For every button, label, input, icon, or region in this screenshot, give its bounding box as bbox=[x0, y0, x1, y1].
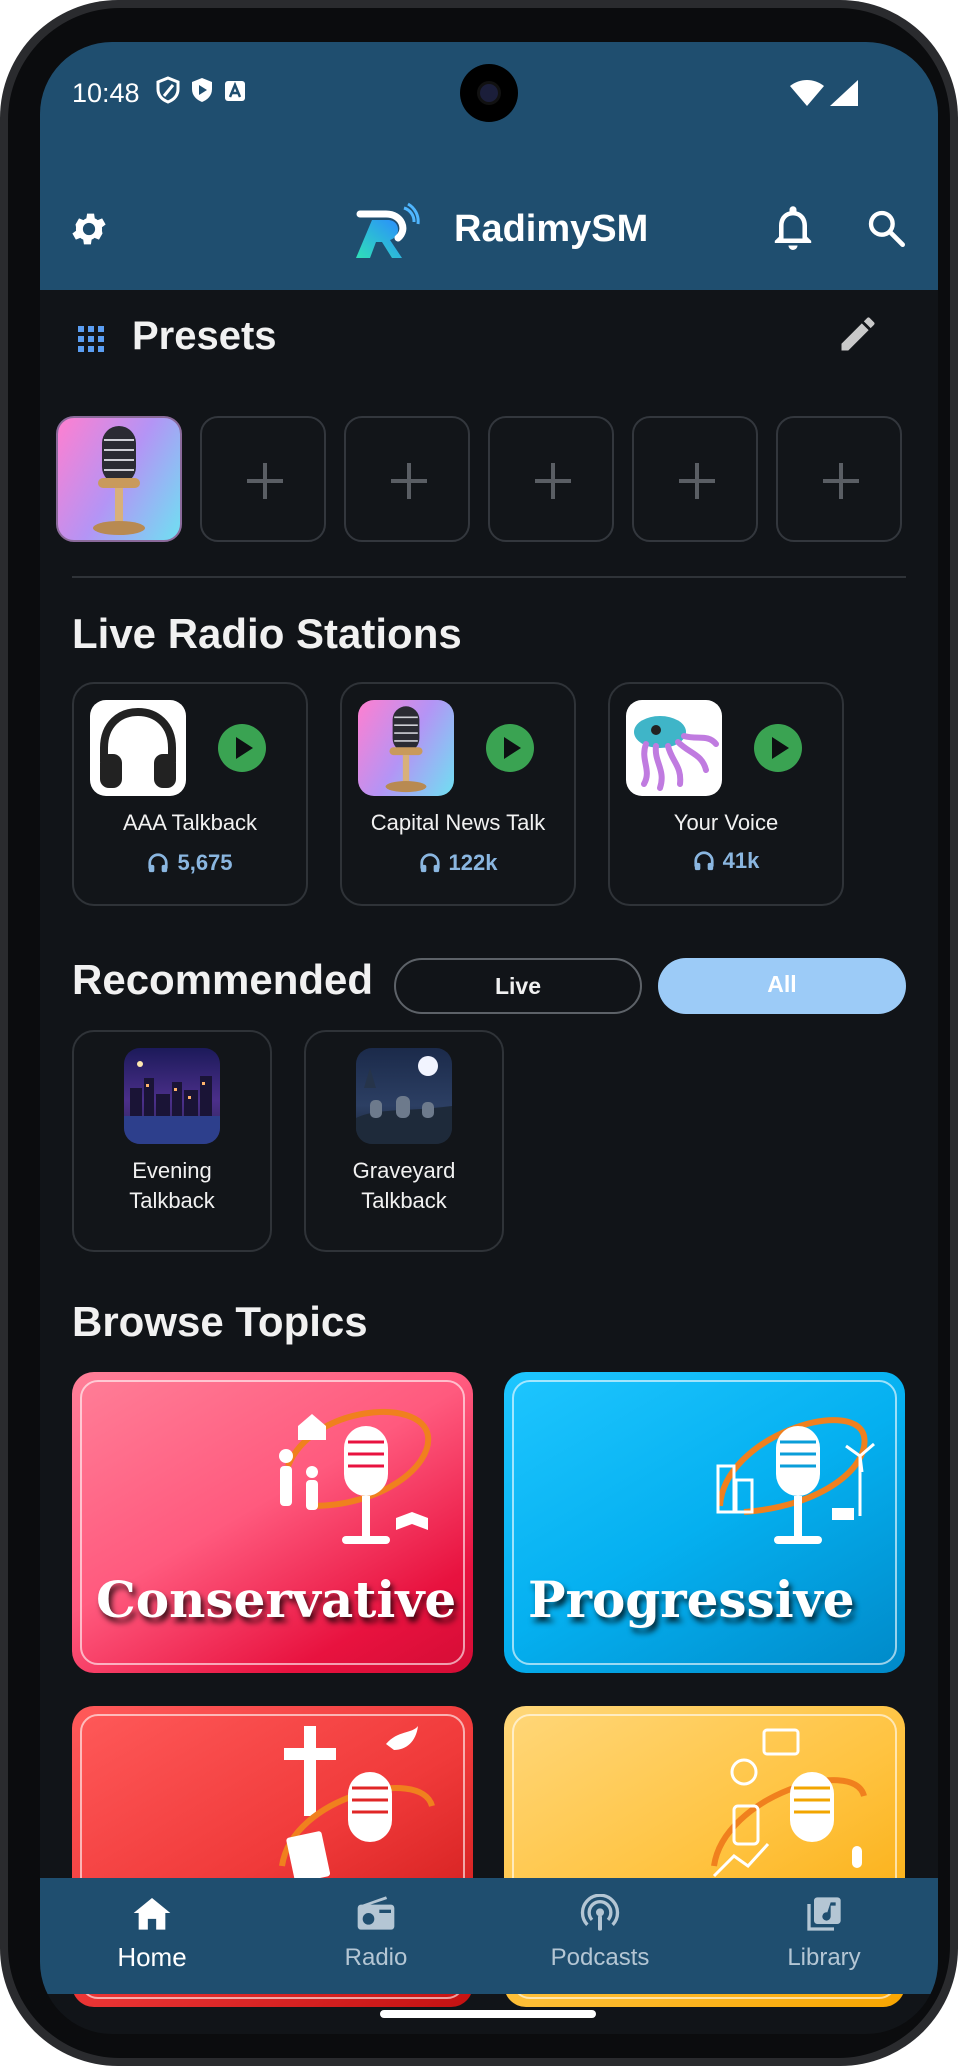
topic-label: Conservative bbox=[96, 1570, 457, 1629]
recommended-name-line2: Talkback bbox=[129, 1188, 215, 1213]
front-camera bbox=[460, 64, 518, 122]
filter-all-chip[interactable]: All bbox=[658, 958, 906, 1014]
listener-count: 122k bbox=[342, 850, 574, 876]
preset-slot-empty[interactable] bbox=[200, 416, 326, 542]
headphones-icon bbox=[100, 707, 176, 788]
signal-icon bbox=[830, 80, 858, 106]
screen: 10:48 RadimySM Presets Live Radio Statio… bbox=[40, 42, 938, 2034]
app-title: RadimySM bbox=[454, 208, 649, 250]
recommended-name-line2: Talkback bbox=[361, 1188, 447, 1213]
bible-microphone-icon bbox=[279, 1726, 435, 1883]
squid-icon bbox=[634, 716, 719, 791]
home-indicator[interactable] bbox=[380, 2010, 596, 2018]
wifi-icon bbox=[790, 80, 824, 106]
listener-count-value: 122k bbox=[448, 850, 498, 875]
city-microphone-icon bbox=[716, 1417, 875, 1544]
a-icon bbox=[225, 81, 245, 101]
grid-apps-icon bbox=[78, 326, 104, 352]
radimysm-logo-icon bbox=[356, 202, 420, 258]
phone-frame: 10:48 RadimySM Presets Live Radio Statio… bbox=[0, 0, 958, 2066]
family-microphone-icon bbox=[279, 1409, 432, 1544]
station-card[interactable]: Your Voice 41k bbox=[608, 682, 844, 906]
listener-count: 41k bbox=[610, 848, 842, 874]
topic-card-progressive[interactable]: Progressive bbox=[504, 1372, 905, 1673]
nav-podcasts-label: Podcasts bbox=[550, 1944, 650, 1971]
edit-pencil-icon[interactable] bbox=[836, 312, 880, 356]
nav-home[interactable]: Home bbox=[40, 1878, 264, 1994]
station-logo bbox=[356, 1048, 452, 1144]
topic-card-conservative[interactable]: Conservative bbox=[72, 1372, 473, 1673]
play-protect-icon bbox=[192, 78, 212, 102]
preset-slot-empty[interactable] bbox=[488, 416, 614, 542]
recommended-name-line1: Graveyard bbox=[352, 1158, 456, 1183]
station-name: Capital News Talk bbox=[370, 810, 546, 835]
news-microphone-icon bbox=[711, 1728, 867, 1878]
podcast-icon bbox=[580, 1894, 620, 1931]
preset-slot-empty[interactable] bbox=[632, 416, 758, 542]
recommended-title: Recommended bbox=[72, 956, 374, 1003]
graveyard-icon bbox=[356, 1056, 452, 1144]
station-name: AAA Talkback bbox=[122, 810, 258, 835]
headphones-icon bbox=[419, 853, 440, 873]
notification-bell-icon[interactable] bbox=[772, 206, 814, 252]
play-button[interactable] bbox=[218, 724, 266, 772]
home-icon bbox=[133, 1898, 171, 1930]
status-time: 10:48 bbox=[72, 78, 140, 108]
headphones-icon bbox=[148, 853, 169, 873]
plus-icon bbox=[823, 463, 859, 499]
browse-topics-title: Browse Topics bbox=[72, 1298, 368, 1345]
preset-slot-filled[interactable] bbox=[56, 416, 182, 542]
recommended-card[interactable]: Evening Talkback bbox=[72, 1030, 272, 1252]
plus-icon bbox=[391, 463, 427, 499]
nav-radio[interactable]: Radio bbox=[264, 1878, 488, 1994]
station-logo bbox=[626, 700, 722, 796]
presets-title: Presets bbox=[132, 314, 277, 358]
live-stations-title: Live Radio Stations bbox=[72, 610, 462, 657]
library-music-icon bbox=[807, 1897, 841, 1931]
microphone-icon bbox=[385, 706, 427, 793]
station-card[interactable]: Capital News Talk 122k bbox=[340, 682, 576, 906]
play-button[interactable] bbox=[486, 724, 534, 772]
listener-count-value: 5,675 bbox=[177, 850, 233, 875]
nav-radio-label: Radio bbox=[344, 1944, 408, 1971]
station-logo bbox=[358, 700, 454, 796]
app-bar: RadimySM bbox=[40, 146, 938, 290]
shield-icon bbox=[156, 76, 180, 104]
play-button[interactable] bbox=[754, 724, 802, 772]
bottom-navigation: Home Radio Podcasts Library bbox=[40, 1878, 938, 1994]
plus-icon bbox=[535, 463, 571, 499]
listener-count-value: 41k bbox=[722, 848, 760, 873]
filter-live-chip[interactable]: Live bbox=[394, 958, 642, 1014]
headphones-icon bbox=[694, 851, 714, 871]
station-card[interactable]: AAA Talkback 5,675 bbox=[72, 682, 308, 906]
listener-count: 5,675 bbox=[74, 850, 306, 876]
settings-gear-icon[interactable] bbox=[68, 208, 110, 250]
topic-label: Progressive bbox=[528, 1570, 855, 1629]
recommended-name-line1: Evening bbox=[132, 1158, 212, 1183]
phone-bezel: 10:48 RadimySM Presets Live Radio Statio… bbox=[8, 8, 950, 2058]
nav-home-label: Home bbox=[117, 1942, 187, 1972]
city-skyline-icon bbox=[124, 1061, 220, 1144]
plus-icon bbox=[247, 463, 283, 499]
status-bar: 10:48 bbox=[40, 42, 938, 146]
preset-slot-empty[interactable] bbox=[776, 416, 902, 542]
search-icon[interactable] bbox=[866, 208, 906, 248]
station-logo bbox=[90, 700, 186, 796]
section-divider bbox=[72, 576, 906, 578]
radio-icon bbox=[357, 1896, 395, 1930]
nav-podcasts[interactable]: Podcasts bbox=[488, 1878, 712, 1994]
plus-icon bbox=[679, 463, 715, 499]
nav-library[interactable]: Library bbox=[712, 1878, 936, 1994]
nav-library-label: Library bbox=[787, 1944, 861, 1971]
recommended-card[interactable]: Graveyard Talkback bbox=[304, 1030, 504, 1252]
preset-slot-empty[interactable] bbox=[344, 416, 470, 542]
station-logo bbox=[124, 1048, 220, 1144]
microphone-icon bbox=[93, 426, 145, 535]
station-name: Your Voice bbox=[673, 810, 779, 835]
